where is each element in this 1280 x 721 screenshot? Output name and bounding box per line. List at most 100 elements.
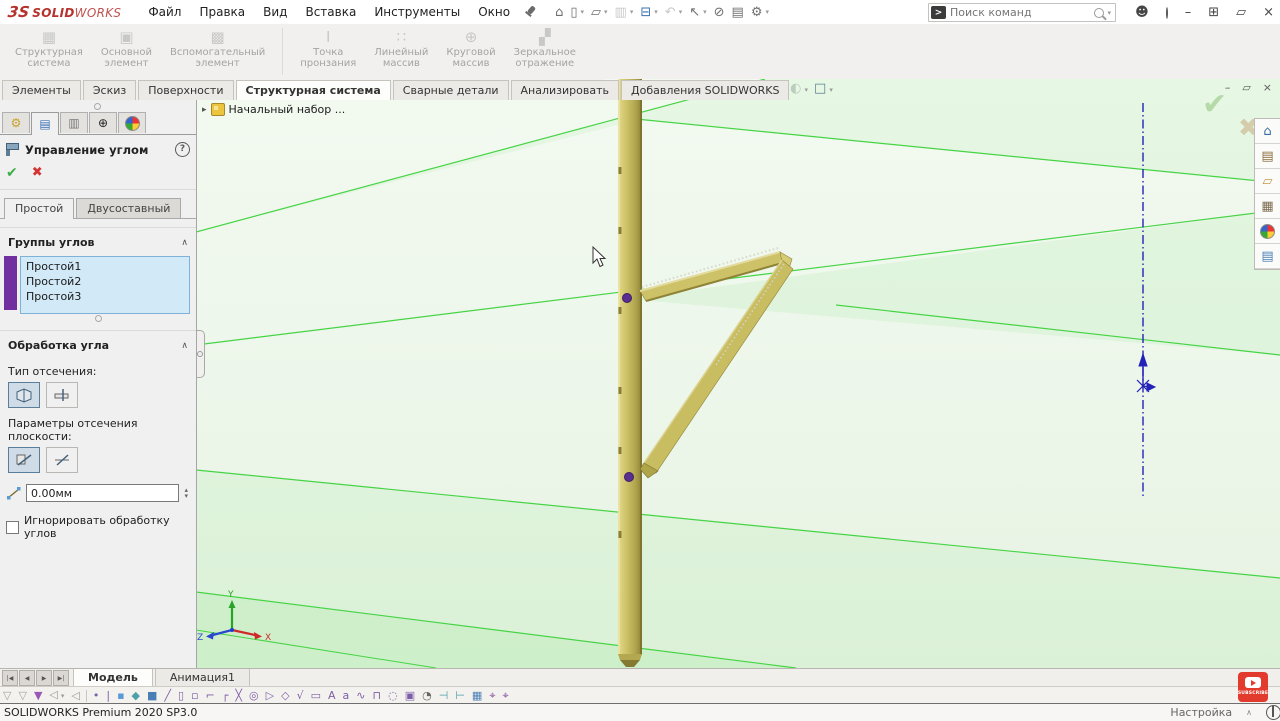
document-tab[interactable]: Модель	[73, 669, 153, 687]
feature-tree-item[interactable]: ▸ Начальный набор ...	[202, 103, 345, 116]
filter-surface-icon[interactable]: ◆	[132, 689, 140, 702]
pm-tab-featuremanager[interactable]: ⚙	[2, 112, 30, 133]
next-tab-button[interactable]: ▶	[36, 670, 52, 686]
filter-datum-icon[interactable]: ▷	[266, 689, 274, 702]
panel-splitter-handle[interactable]	[196, 330, 205, 378]
mirror-button[interactable]: ▞ Зеркальное отражение	[505, 27, 585, 76]
filter-center-icon[interactable]: ◎	[249, 689, 259, 702]
filter-toggle-icon[interactable]: ▽	[18, 689, 26, 702]
column-member[interactable]	[618, 79, 642, 667]
pm-ok-button[interactable]: ✔	[6, 165, 18, 181]
menu-item[interactable]: Правка	[190, 1, 254, 23]
corner-group-item[interactable]: Простой1	[21, 259, 189, 274]
attachment-icon[interactable]: ⊘	[714, 6, 725, 19]
filter-decal-icon[interactable]: ▣	[405, 689, 415, 702]
reference-planes[interactable]	[196, 79, 1280, 668]
filter-dimension-icon[interactable]: ◇	[281, 689, 289, 702]
offset-value-field[interactable]: 0.00мм	[26, 484, 179, 502]
filter-active-icon[interactable]: ▼	[34, 689, 42, 702]
filter-faces-icon[interactable]: ▪	[117, 689, 124, 702]
prev-tab-button[interactable]: ◀	[19, 670, 35, 686]
list-resize-handle[interactable]	[95, 315, 102, 322]
pm-tab-configurations[interactable]: ▥	[60, 112, 88, 133]
structure-system-button[interactable]: ▦ Структурная система	[6, 27, 92, 76]
planar-cut-button[interactable]	[8, 382, 40, 408]
filter-axis-icon[interactable]: ╱	[164, 689, 171, 702]
open-icon[interactable]: ▱	[591, 6, 608, 19]
pin-icon[interactable]	[523, 5, 537, 19]
globe-icon[interactable]	[1266, 705, 1280, 720]
pm-tab-propertymanager[interactable]: ▤	[31, 112, 59, 135]
graphics-viewport[interactable]: Y X Z ▸ Начальный набор ... ◎◻✂◨▧◧◉●◐□	[196, 79, 1280, 668]
restore-icon[interactable]: ⊞	[1208, 6, 1219, 19]
command-tab[interactable]: Элементы	[2, 80, 81, 100]
ignore-treatment-checkbox[interactable]	[6, 521, 19, 534]
menu-item[interactable]: Вставка	[296, 1, 365, 23]
doc-restore-icon[interactable]: ▱	[1242, 81, 1250, 94]
tree-expand-icon[interactable]: ▸	[202, 105, 207, 115]
filter-magnify-icon[interactable]: ◌	[388, 689, 398, 702]
command-tab[interactable]: Эскиз	[83, 80, 136, 100]
pm-help-icon[interactable]: ?	[175, 142, 190, 157]
confirm-ok-icon[interactable]: ✔	[1202, 87, 1227, 122]
plane-option2-button[interactable]	[46, 447, 78, 473]
filter-pin-left-icon[interactable]: ⊣	[439, 689, 449, 702]
filter-clear-icon[interactable]: ▽	[3, 689, 11, 702]
doc-minimize-icon[interactable]: –	[1225, 81, 1231, 94]
menu-item[interactable]: Окно	[469, 1, 519, 23]
filter-plane-icon[interactable]: ▯	[178, 689, 184, 702]
menu-item[interactable]: Вид	[254, 1, 296, 23]
first-tab-button[interactable]: |◀	[2, 670, 18, 686]
corner-treatment-header[interactable]: Обработка угла ∧	[0, 330, 196, 357]
cascade-windows-icon[interactable]: ▱	[1236, 6, 1246, 19]
options-gear-icon[interactable]: ⚙	[751, 6, 769, 19]
plane-option1-button[interactable]	[8, 447, 40, 473]
filter-pie-icon[interactable]: ◔	[422, 689, 432, 702]
corner-groups-list[interactable]: Простой1Простой2Простой3	[20, 256, 190, 314]
panel-grab-handle[interactable]	[94, 103, 101, 110]
secondary-member-button[interactable]: ▩ Вспомогательный элемент	[161, 27, 274, 76]
filter-note-icon[interactable]: ▭	[311, 689, 321, 702]
taskpane-file-explorer-icon[interactable]: ▱	[1255, 169, 1280, 194]
filter-weld-icon[interactable]: ⊓	[373, 689, 382, 702]
model-canvas[interactable]: Y X Z	[196, 79, 1280, 668]
home-icon[interactable]: ⌂	[555, 6, 563, 19]
document-tab[interactable]: Анимация1	[155, 669, 250, 687]
menu-item[interactable]: Файл	[139, 1, 190, 23]
linear-pattern-button[interactable]: ∷ Линейный массив	[365, 27, 437, 76]
filter-vertices-icon[interactable]: •	[93, 689, 100, 702]
filter-origin-icon[interactable]: ▫	[191, 689, 198, 702]
collapse-chevron-icon[interactable]: ∧	[181, 238, 188, 248]
search-input[interactable]	[946, 6, 1094, 19]
status-caret-icon[interactable]: ∧	[1246, 708, 1252, 717]
command-tab[interactable]: Структурная система	[236, 80, 391, 100]
taskpane-custom-properties-icon[interactable]: ▤	[1255, 244, 1280, 269]
save-icon[interactable]: ▥	[615, 6, 634, 19]
joint-point-upper[interactable]	[623, 294, 632, 303]
primary-member-button[interactable]: ▣ Основной элемент	[92, 27, 161, 76]
view-settings-icon[interactable]: □	[814, 81, 833, 98]
command-tab[interactable]: Сварные детали	[393, 80, 509, 100]
filter-routing-icon[interactable]: ┌	[222, 689, 229, 702]
taskpane-design-library-icon[interactable]: ▤	[1255, 144, 1280, 169]
collapse-chevron-icon[interactable]: ∧	[181, 341, 188, 351]
search-icon[interactable]	[1094, 8, 1104, 18]
new-document-icon[interactable]: ▯	[570, 6, 584, 19]
pm-tab-dimxpert[interactable]: ⊕	[89, 112, 117, 133]
filter-pin-right-icon[interactable]: ⊢	[455, 689, 465, 702]
undo-icon[interactable]: ↶	[665, 6, 682, 19]
command-tab[interactable]: Добавления SOLIDWORKS	[621, 80, 789, 100]
filter-target2-icon[interactable]: ⌖	[503, 689, 509, 702]
first-body-cut-button[interactable]	[46, 382, 78, 408]
filter-text-icon[interactable]: A	[328, 689, 336, 702]
apply-scene-icon[interactable]: ◐	[790, 81, 808, 98]
spinner-down-icon[interactable]: ▾	[184, 493, 188, 499]
filter-spline-icon[interactable]: ∿	[356, 689, 365, 702]
corner-mode-tab[interactable]: Простой	[4, 198, 74, 219]
taskpane-3d-content-icon[interactable]	[1255, 219, 1280, 244]
report-icon[interactable]: ▤	[732, 6, 744, 19]
filter-mesh-icon[interactable]: ▦	[472, 689, 482, 702]
taskpane-home-icon[interactable]: ⌂	[1255, 119, 1280, 144]
filter-edges-icon[interactable]: |	[106, 689, 110, 702]
tree-item-label[interactable]: Начальный набор ...	[229, 103, 346, 116]
